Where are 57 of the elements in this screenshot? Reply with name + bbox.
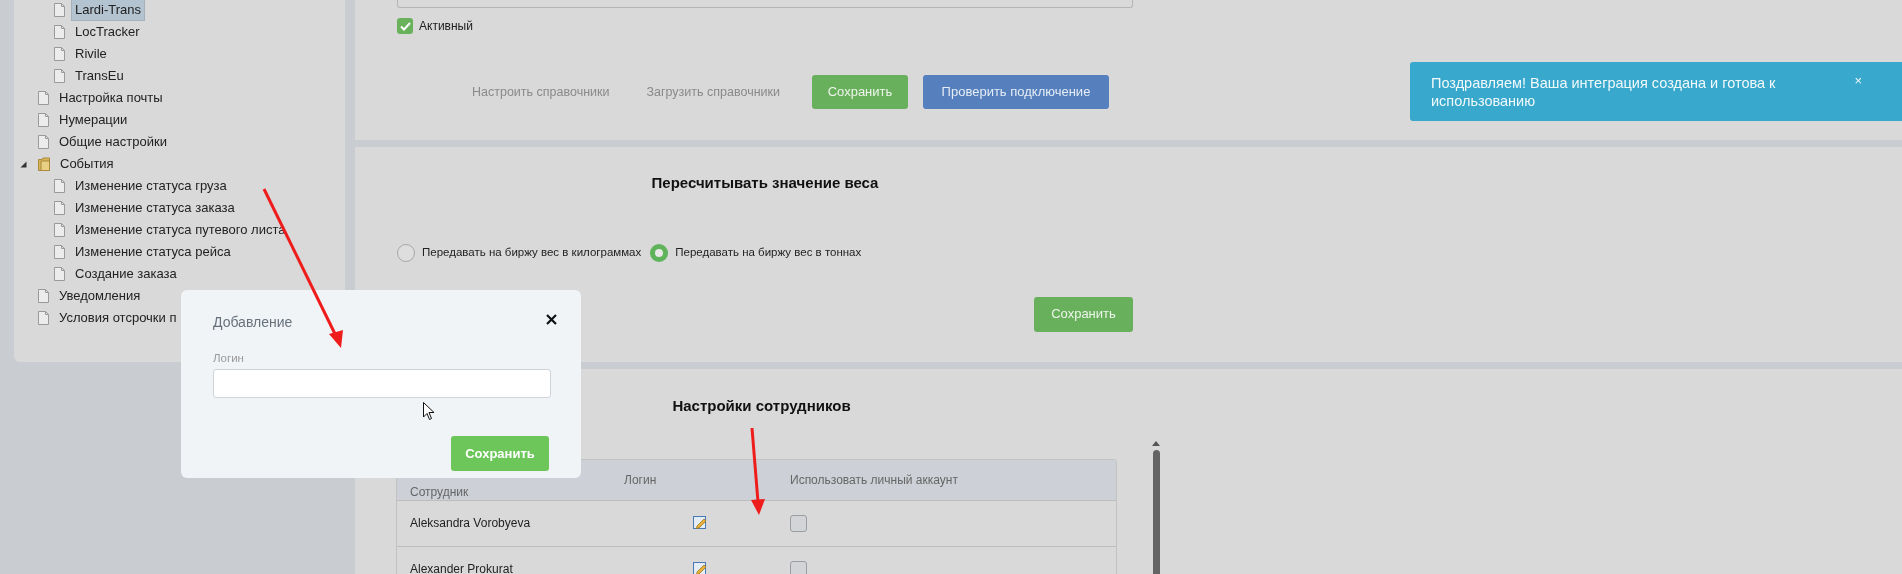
check-icon (399, 21, 411, 31)
radio-label: Передавать на биржу вес в килограммах (422, 244, 642, 260)
document-icon (38, 91, 49, 105)
toast-message: Поздравляем! Ваша интеграция создана и готова к использованию (1431, 74, 1777, 111)
section-title: Настройки сотрудников (672, 396, 851, 416)
tree-item[interactable]: Нумерации (55, 109, 132, 131)
document-icon (54, 25, 65, 39)
scrollbar-thumb[interactable] (1152, 450, 1160, 574)
document-icon (54, 179, 65, 193)
field-label: Логин (213, 351, 245, 366)
checkbox[interactable] (790, 514, 807, 532)
document-icon (54, 245, 65, 259)
table-cell-text: Alexander Prokurat (409, 561, 514, 574)
close-icon[interactable] (546, 314, 557, 325)
tree-item[interactable]: Изменение статуса заказа (71, 197, 239, 219)
document-icon (38, 135, 49, 149)
document-icon (38, 113, 49, 127)
tree-item[interactable]: Уведомления (55, 285, 145, 307)
document-icon (38, 311, 49, 325)
scroll-up-icon[interactable] (1152, 441, 1160, 446)
document-icon (54, 3, 65, 17)
tree-item[interactable]: Создание заказа (71, 263, 181, 285)
tree-item[interactable]: Общие настройки (55, 131, 171, 153)
checkbox-label: Активный (419, 18, 473, 35)
collapse-triangle-icon[interactable] (20, 160, 27, 168)
section-title: Пересчитывать значение веса (650, 173, 880, 193)
tree-item[interactable]: LocTracker (71, 21, 144, 43)
radio-button[interactable] (397, 243, 415, 262)
tree-item[interactable]: Rivile (71, 43, 111, 65)
document-icon (54, 201, 65, 215)
edit-icon[interactable] (693, 516, 707, 530)
folder-icon (38, 157, 50, 171)
column-header: Сотрудник (410, 484, 469, 499)
tree-item[interactable]: События (56, 153, 118, 175)
text-area[interactable] (397, 0, 1133, 8)
column-header: Логин (624, 471, 658, 489)
edit-icon[interactable] (693, 562, 707, 574)
document-icon (54, 223, 65, 237)
radio-label: Передавать на биржу вес в тоннах (675, 244, 862, 260)
login-field[interactable] (213, 369, 551, 399)
dialog-title: Добавление (213, 313, 293, 332)
document-icon (54, 69, 65, 83)
table-cell-text: Aleksandra Vorobyeva (409, 515, 532, 532)
checkbox[interactable] (790, 560, 807, 574)
cursor-icon (423, 402, 435, 421)
tree-item[interactable]: Настройка почты (55, 87, 167, 109)
tree-item[interactable]: TransEu (71, 65, 128, 87)
document-icon (54, 47, 65, 61)
tree-item[interactable]: Условия отсрочки п (55, 307, 181, 329)
column-header: Использовать личный аккаунт (790, 471, 958, 489)
tree-item[interactable]: Изменение статуса груза (71, 175, 231, 197)
tree-item[interactable]: Изменение статуса рейса (71, 241, 235, 263)
checkbox[interactable] (397, 18, 413, 34)
document-icon (54, 267, 65, 281)
tree-item[interactable]: Lardi-Trans (71, 0, 145, 21)
radio-button[interactable] (650, 243, 669, 262)
document-icon (38, 289, 49, 303)
